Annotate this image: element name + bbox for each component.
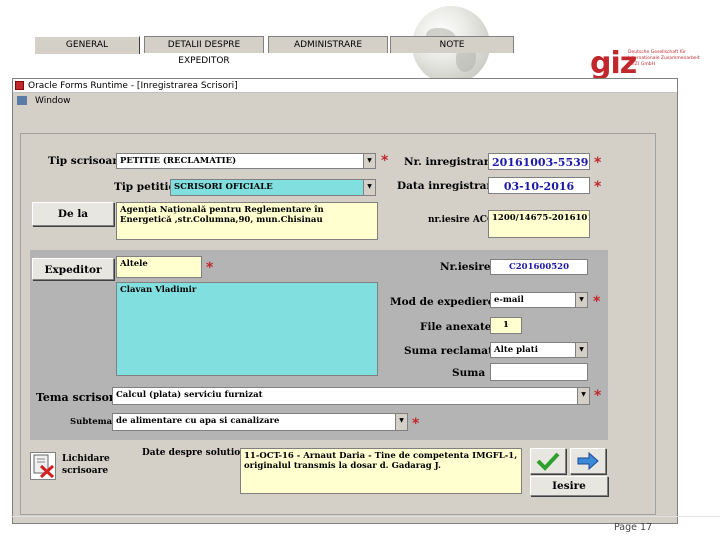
expeditor-button[interactable]: Expeditor (32, 258, 114, 280)
chevron-down-icon[interactable]: ▼ (575, 293, 587, 307)
menubar: Window (13, 93, 677, 108)
arrow-right-icon (577, 451, 599, 471)
de-la-field[interactable]: Agenția Națională pentru Reglementare în… (116, 202, 378, 240)
nr-iesire-acc-field[interactable]: 1200/14675-20161011 (488, 210, 590, 238)
subtema-value: de alimentare cu apa si canalizare (116, 416, 280, 426)
chevron-down-icon[interactable]: ▼ (575, 343, 587, 357)
mod-expediere-value: e-mail (494, 295, 524, 305)
mod-expediere-label: Mod de expediere (390, 296, 495, 308)
subtema-select[interactable]: de alimentare cu apa si canalizare ▼ (112, 413, 408, 431)
data-inregistrare-field[interactable]: 03-10-2016 (488, 177, 590, 194)
page-number: Page 17 (614, 522, 653, 533)
suma-field[interactable] (490, 363, 588, 381)
delete-doc-icon[interactable] (30, 452, 56, 480)
expeditor-field[interactable]: Altele (116, 256, 202, 278)
required-marker: * (593, 294, 601, 310)
app-icon (15, 81, 24, 90)
save-button[interactable] (530, 448, 566, 474)
nr-inregistrare-label: Nr. inregistrare (404, 156, 496, 168)
tip-petitie-value: SCRISORI OFICIALE (174, 182, 273, 192)
suma-reclamata-select[interactable]: Alte plati ▼ (490, 342, 588, 358)
mod-expediere-select[interactable]: e-mail ▼ (490, 292, 588, 308)
tema-scrisorii-select[interactable]: Calcul (plata) serviciu furnizat ▼ (112, 387, 590, 405)
lichidare-label-2: scrisoare (62, 466, 109, 476)
required-marker: * (206, 260, 214, 276)
tab-note[interactable]: NOTE (390, 36, 514, 53)
window-title: Oracle Forms Runtime - [Inregistrarea Sc… (28, 80, 238, 91)
file-anexate-label: File anexate (420, 321, 492, 333)
tip-petitie-label: Tip petitie (114, 181, 176, 193)
tema-scrisorii-label: Tema scrisorii (36, 391, 124, 404)
de-la-button[interactable]: De la (32, 202, 114, 226)
required-marker: * (594, 388, 602, 404)
suma-label: Suma (452, 367, 486, 379)
chevron-down-icon[interactable]: ▼ (577, 388, 589, 404)
suma-reclamata-value: Alte plati (494, 345, 538, 355)
footer-divider (12, 516, 720, 517)
tab-administrare[interactable]: ADMINISTRARE (268, 36, 388, 53)
tab-detalii-expeditor[interactable]: DETALII DESPRE EXPEDITOR (144, 36, 264, 66)
next-button[interactable] (570, 448, 606, 474)
nr-iesire-field[interactable]: C201600520 (490, 259, 588, 275)
suma-reclamata-label: Suma reclamata (404, 345, 500, 357)
data-inregistrare-label: Data inregistrare (397, 180, 499, 192)
nr-iesire-label: Nr.iesire (440, 261, 491, 273)
tip-scrisoare-label: Tip scrisoare (48, 155, 125, 167)
date-solutionare-field[interactable]: 11-OCT-16 - Arnaut Daria - Tine de compe… (240, 448, 522, 494)
required-marker: * (594, 179, 602, 195)
window-titlebar: Oracle Forms Runtime - [Inregistrarea Sc… (13, 79, 677, 93)
lichidare-label-1: Lichidare (62, 454, 110, 464)
tip-petitie-select[interactable]: SCRISORI OFICIALE ▼ (170, 179, 376, 196)
tab-general[interactable]: GENERAL (34, 36, 140, 54)
chevron-down-icon[interactable]: ▼ (395, 414, 407, 430)
nr-inregistrare-field[interactable]: 20161003-5539 (488, 153, 590, 170)
giz-logo-subtitle: Deutsche Gesellschaft für Internationale… (628, 50, 700, 67)
required-marker: * (381, 153, 389, 169)
tip-scrisoare-select[interactable]: PETITIE (RECLAMATIE) ▼ (116, 153, 376, 169)
required-marker: * (412, 416, 420, 432)
menu-window[interactable]: Window (35, 96, 71, 106)
subtema-label: Subtema (70, 417, 113, 427)
tema-scrisorii-value: Calcul (plata) serviciu furnizat (116, 390, 263, 400)
required-marker: * (594, 155, 602, 171)
iesire-button[interactable]: Iesire (530, 476, 608, 496)
chevron-down-icon[interactable]: ▼ (363, 154, 375, 168)
tip-scrisoare-value: PETITIE (RECLAMATIE) (120, 156, 237, 166)
expeditor-name-field[interactable]: Clavan Vladimir (116, 282, 378, 376)
chevron-down-icon[interactable]: ▼ (363, 180, 375, 195)
window-menu-icon (17, 96, 27, 105)
nr-iesire-acc-label: nr.iesire ACC (428, 215, 495, 225)
file-anexate-field[interactable]: 1 (490, 317, 522, 334)
check-icon (536, 452, 560, 471)
